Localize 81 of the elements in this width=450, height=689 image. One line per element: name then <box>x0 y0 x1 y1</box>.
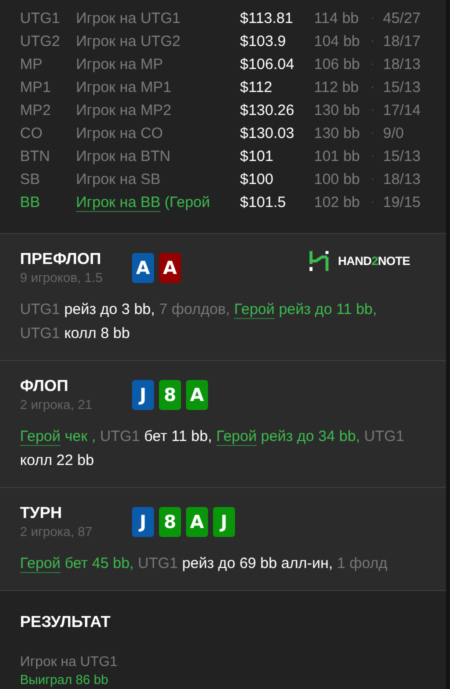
stack-bb: 112 bb <box>314 80 360 95</box>
position-label: MP2 <box>20 103 52 118</box>
stack-amount: $112 <box>240 80 274 95</box>
result-amount: Выиграл 86 bb <box>20 671 110 689</box>
stack-bb: 114 bb <box>314 11 360 26</box>
separator-dot: · <box>370 36 376 46</box>
street-title: ТУРН <box>20 504 63 524</box>
separator-dot: · <box>370 152 376 162</box>
player-stats: 15/13 <box>383 80 421 95</box>
playing-card: A <box>159 253 181 283</box>
hero-link[interactable]: Герой <box>20 428 61 445</box>
stack-bb: 106 bb <box>314 57 361 72</box>
hero-link[interactable]: Герой <box>234 301 275 318</box>
street-subtitle: 2 игрока, 21 <box>20 397 94 413</box>
stack-amount: $113.81 <box>240 11 294 26</box>
position-label: UTG2 <box>20 34 62 49</box>
hero-link[interactable]: Герой <box>216 428 257 445</box>
stack-bb: 100 bb <box>314 172 361 187</box>
separator-dot: · <box>370 14 376 24</box>
stack-amount: $100 <box>240 172 274 187</box>
stack-amount: $101.5 <box>240 195 287 210</box>
player-stats: 18/17 <box>383 34 421 49</box>
separator-dot: · <box>370 128 376 138</box>
stack-bb: 130 bb <box>314 103 361 118</box>
player-stats: 17/14 <box>383 103 421 118</box>
separator-dot: · <box>370 60 376 70</box>
separator-dot: · <box>370 106 376 116</box>
street-title: ПРЕФЛОП <box>20 250 102 270</box>
position-label: MP <box>20 57 44 72</box>
winner-name: Игрок на UTG1 <box>20 652 119 671</box>
player-name[interactable]: Игрок на SB <box>76 172 160 187</box>
action-line: Герой бет 45 bb, UTG1 рейз до 69 bb алл-ин, 1 фолд <box>20 554 388 574</box>
stack-amount: $106.04 <box>240 57 296 72</box>
position-label: MP1 <box>20 80 52 95</box>
player-name[interactable]: Игрок на MP1 <box>76 80 172 95</box>
logo-text: HAND2NOTE <box>338 253 410 270</box>
stack-amount: $101 <box>240 149 274 164</box>
player-name[interactable]: Игрок на UTG1 <box>76 11 180 26</box>
action-line: Герой чек , UTG1 бет 11 bb, Герой рейз до 34 bb, UTG1 колл 22 bb <box>20 427 406 471</box>
playing-card: J <box>132 380 154 410</box>
player-stats: 19/15 <box>383 195 421 210</box>
stack-bb: 102 bb <box>314 195 361 210</box>
stack-amount: $130.26 <box>240 103 296 118</box>
street-subtitle: 9 игроков, 1.5 <box>20 270 104 286</box>
player-stats: 45/27 <box>383 11 421 26</box>
player-name[interactable]: Игрок на MP2 <box>76 103 172 118</box>
stack-bb: 101 bb <box>314 149 361 164</box>
separator-dot: · <box>370 82 376 92</box>
playing-card: 8 <box>159 380 181 410</box>
player-stats: 18/13 <box>383 57 421 72</box>
action-line: UTG1 рейз до 3 bb, 7 фолдов, Герой рейз до 11 bb, UTG1 колл 8 bb <box>20 300 378 344</box>
playing-card: A <box>186 380 208 410</box>
position-label: UTG1 <box>20 11 62 26</box>
stack-amount: $130.03 <box>240 126 296 141</box>
player-stats: 18/13 <box>383 172 421 187</box>
player-name[interactable]: Игрок на UTG2 <box>76 34 180 49</box>
player-stats: 15/13 <box>383 149 421 164</box>
player-name[interactable]: Игрок на CO <box>76 126 163 141</box>
street-title: ФЛОП <box>20 377 70 397</box>
separator-dot: · <box>370 174 376 184</box>
separator-dot: · <box>370 198 376 208</box>
street-subtitle: 2 игрока, 87 <box>20 524 94 540</box>
position-label: SB <box>20 172 42 187</box>
playing-card: J <box>213 507 235 537</box>
position-label: CO <box>20 126 44 141</box>
hero-note: (Герой <box>164 195 210 210</box>
player-name[interactable]: Игрок на MP <box>76 57 163 72</box>
playing-card: 8 <box>159 507 181 537</box>
hero-link[interactable]: Герой <box>20 555 61 572</box>
player-name[interactable]: Игрок на BTN <box>76 149 170 164</box>
playing-card: A <box>186 507 208 537</box>
player-stats: 9/0 <box>383 126 404 141</box>
stack-bb: 130 bb <box>314 126 361 141</box>
playing-card: J <box>132 507 154 537</box>
result-title: РЕЗУЛЬТАТ <box>20 613 112 633</box>
stack-amount: $103.9 <box>240 34 287 49</box>
player-name[interactable]: Игрок на BB <box>76 195 160 210</box>
position-label: BB <box>20 195 42 210</box>
position-label: BTN <box>20 149 51 164</box>
playing-card: A <box>132 253 154 283</box>
stack-bb: 104 bb <box>314 34 361 49</box>
